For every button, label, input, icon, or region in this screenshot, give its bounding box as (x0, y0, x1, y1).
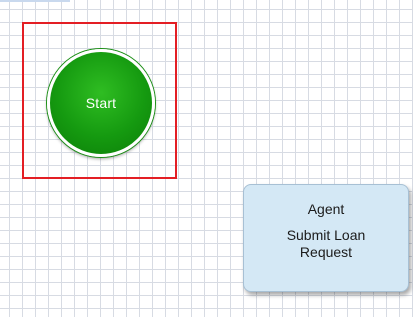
canvas-top-accent (0, 0, 70, 2)
task-name-label: Submit Loan Request (286, 227, 366, 260)
start-event-node[interactable]: Start (47, 49, 155, 157)
task-node-submit-loan-request[interactable]: Agent Submit Loan Request (243, 184, 409, 292)
diagram-canvas[interactable]: Start Agent Submit Loan Request (0, 0, 413, 317)
start-event-label: Start (85, 95, 117, 111)
task-type-label: Agent (307, 201, 345, 217)
